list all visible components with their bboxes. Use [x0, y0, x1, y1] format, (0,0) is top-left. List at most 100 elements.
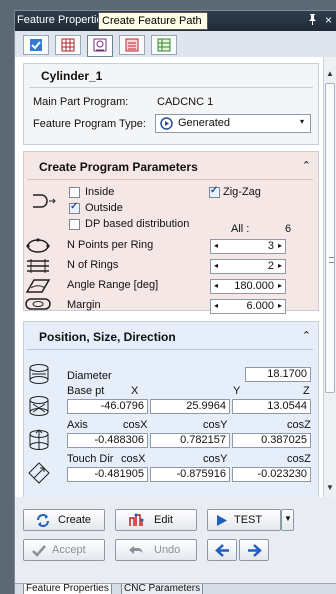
- feature-path-tab[interactable]: [87, 35, 113, 57]
- touch-x-input[interactable]: -0.481905: [67, 467, 148, 482]
- operations-tab[interactable]: [119, 35, 145, 55]
- scroll-down-icon[interactable]: ▼: [324, 483, 336, 496]
- base-y-input[interactable]: 25.9964: [150, 399, 230, 414]
- play-circle-icon: [160, 117, 173, 130]
- angle-range-icon: [25, 279, 51, 293]
- feature-type-select[interactable]: Generated ▾: [155, 114, 311, 133]
- create-button[interactable]: Create: [23, 509, 105, 531]
- bottom-tab-strip: Feature Properties CNC Parameters: [15, 583, 336, 594]
- all-value: 6: [285, 223, 292, 235]
- increment-icon[interactable]: ▸: [278, 241, 282, 250]
- outside-checkbox[interactable]: [69, 201, 80, 214]
- collapse-icon[interactable]: ⌃: [302, 329, 311, 342]
- path-icon: [93, 38, 107, 52]
- increment-icon[interactable]: ▸: [278, 301, 282, 310]
- panel-title: Feature Properties: [17, 14, 109, 26]
- touch-x-header: cosX: [121, 453, 146, 465]
- touch-dir-icon: [28, 462, 50, 484]
- margin-spinner[interactable]: ◂ 6.000 ▸: [210, 299, 286, 314]
- action-buttons-area: Create Edit TEST ▼ Accept Undo: [15, 497, 336, 585]
- n-points-value: 3: [267, 240, 274, 252]
- decrement-icon[interactable]: ◂: [214, 261, 218, 270]
- undo-button[interactable]: Undo: [115, 539, 197, 561]
- main-part-value: CADCNC 1: [157, 96, 214, 108]
- decrement-icon[interactable]: ◂: [214, 241, 218, 250]
- close-icon[interactable]: ×: [325, 13, 332, 27]
- accept-button[interactable]: Accept: [23, 539, 105, 561]
- zigzag-checkbox[interactable]: [209, 185, 220, 198]
- previous-button[interactable]: [207, 539, 237, 561]
- diameter-input[interactable]: 18.1700: [245, 367, 311, 382]
- outside-label: Outside: [85, 202, 123, 214]
- axis-x-header: cosX: [123, 419, 148, 431]
- base-label: Base pt: [67, 385, 105, 397]
- base-x-header: X: [131, 385, 139, 397]
- table-icon: [157, 38, 171, 52]
- feature-name: Cylinder_1: [41, 69, 103, 83]
- ring-points-icon: [26, 238, 50, 253]
- angle-range-value: 180.000: [234, 280, 274, 292]
- pin-icon[interactable]: [308, 14, 317, 28]
- edit-button[interactable]: Edit: [115, 509, 197, 531]
- feature-properties-panel: Feature Properties × Cylinder_1 Main Par…: [14, 10, 336, 594]
- diameter-icon: [29, 364, 49, 384]
- properties-tab[interactable]: [23, 35, 49, 55]
- inside-checkbox[interactable]: [69, 187, 80, 198]
- test-dropdown[interactable]: ▼: [281, 509, 294, 531]
- arrow-left-icon: [215, 544, 229, 557]
- test-button[interactable]: TEST: [207, 509, 281, 531]
- inside-label: Inside: [85, 186, 115, 198]
- axis-z-input[interactable]: 0.387025: [232, 433, 311, 448]
- n-rings-value: 2: [267, 260, 274, 272]
- axis-label: Axis: [67, 419, 88, 431]
- vertical-scrollbar[interactable]: ▲ ▼: [323, 57, 336, 497]
- axis-x-input[interactable]: -0.488306: [67, 433, 148, 448]
- dp-based-checkbox[interactable]: [69, 219, 80, 230]
- check-icon: [32, 545, 46, 557]
- edit-path-icon: [129, 513, 144, 526]
- scroll-thumb[interactable]: [325, 83, 335, 393]
- base-point-icon: [29, 396, 49, 416]
- touch-y-header: cosY: [203, 453, 228, 465]
- margin-value: 6.000: [246, 300, 274, 312]
- increment-icon[interactable]: ▸: [278, 261, 282, 270]
- panel-toolbar: [15, 31, 336, 57]
- touch-z-input[interactable]: -0.023230: [232, 467, 311, 482]
- scroll-up-icon[interactable]: ▲: [324, 69, 336, 82]
- tab-feature-properties[interactable]: Feature Properties: [23, 584, 112, 594]
- n-points-spinner[interactable]: ◂ 3 ▸: [210, 239, 286, 254]
- create-params-header[interactable]: Create Program Parameters ⌃: [23, 155, 319, 177]
- angle-range-spinner[interactable]: ◂ 180.000 ▸: [210, 279, 286, 294]
- base-y-header: Y: [233, 385, 241, 397]
- base-x-input[interactable]: -46.0796: [67, 399, 148, 414]
- collapse-icon[interactable]: ⌃: [302, 159, 311, 172]
- refresh-icon: [37, 514, 49, 527]
- position-header[interactable]: Position, Size, Direction ⌃: [23, 325, 319, 347]
- arrow-right-icon: [248, 544, 262, 557]
- tooltip: Create Feature Path: [98, 12, 208, 30]
- properties-content[interactable]: Cylinder_1 Main Part Program: CADCNC 1 F…: [15, 57, 323, 497]
- program-tab[interactable]: [55, 35, 81, 55]
- increment-icon[interactable]: ▸: [278, 281, 282, 290]
- decrement-icon[interactable]: ◂: [214, 281, 218, 290]
- position-title: Position, Size, Direction: [39, 330, 176, 344]
- touch-label: Touch Dir: [67, 453, 114, 465]
- grip-icon: [329, 257, 334, 263]
- n-rings-spinner[interactable]: ◂ 2 ▸: [210, 259, 286, 274]
- next-button[interactable]: [239, 539, 269, 561]
- decrement-icon[interactable]: ◂: [214, 301, 218, 310]
- grid-icon: [61, 38, 75, 52]
- axis-z-header: cosZ: [287, 419, 311, 431]
- base-z-input[interactable]: 13.0544: [232, 399, 311, 414]
- create-params-title: Create Program Parameters: [39, 160, 198, 174]
- axis-y-input[interactable]: 0.782157: [150, 433, 230, 448]
- divider: [27, 349, 313, 350]
- feature-type-value: Generated: [178, 117, 230, 129]
- table-tab[interactable]: [151, 35, 177, 55]
- margin-label: Margin: [67, 299, 101, 311]
- touch-y-input[interactable]: -0.875916: [150, 467, 230, 482]
- tab-cnc-parameters[interactable]: CNC Parameters: [121, 584, 204, 594]
- n-points-label: N Points per Ring: [67, 239, 154, 251]
- base-z-header: Z: [303, 385, 310, 397]
- divider: [27, 179, 313, 180]
